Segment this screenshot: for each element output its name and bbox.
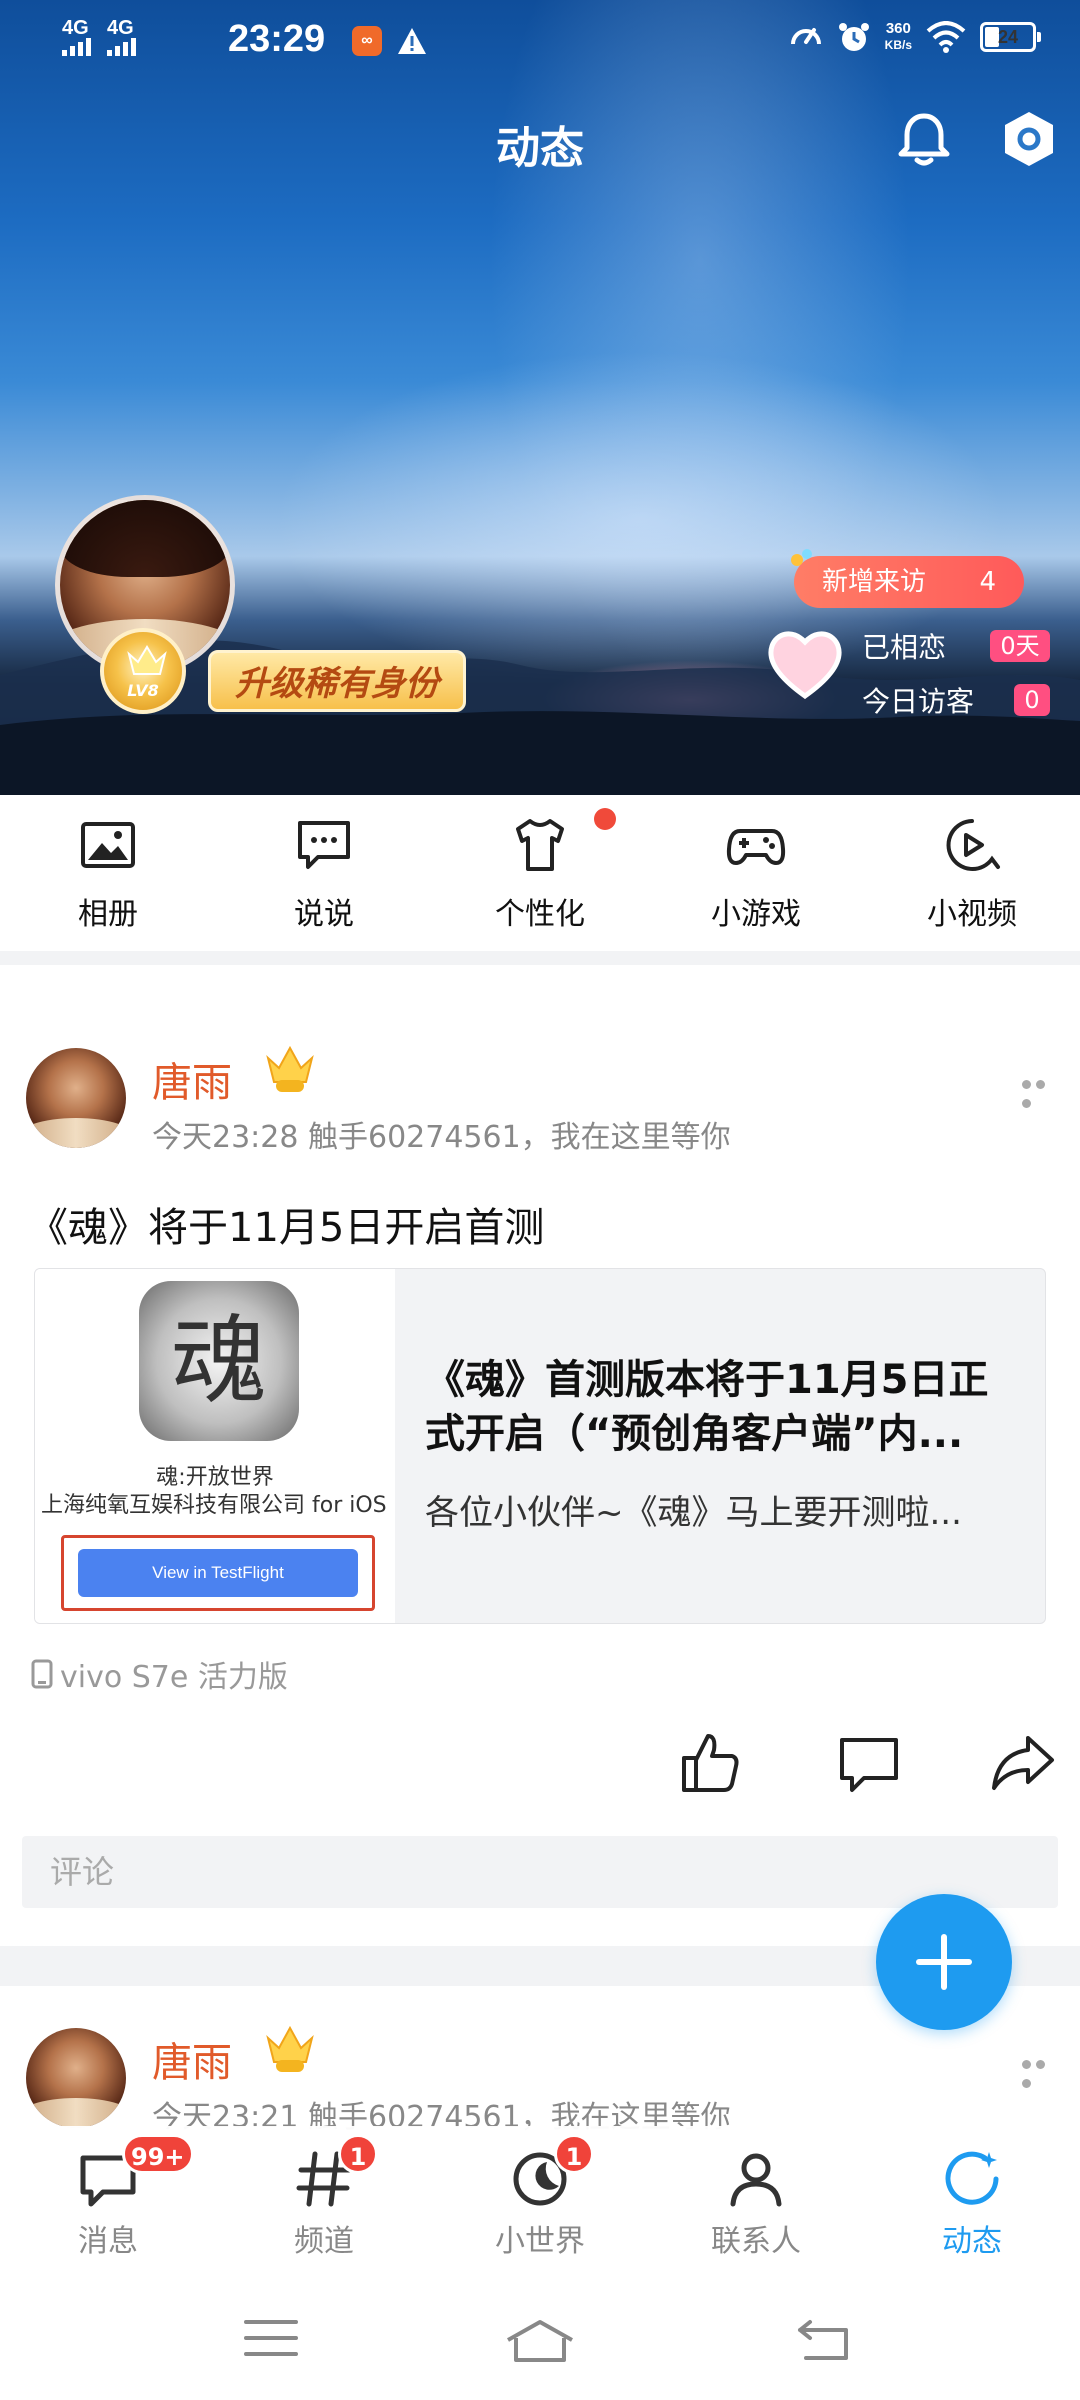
tab-channels[interactable]: 频道 — [234, 2148, 414, 2260]
quick-shortvideo[interactable]: 小视频 — [882, 815, 1062, 933]
tab-small-world-label: 小世界 — [495, 2224, 585, 2259]
level-label: LV8 — [127, 681, 159, 700]
tab-feed-label: 动态 — [942, 2224, 1002, 2259]
post-avatar[interactable] — [26, 2028, 126, 2128]
menu-icon[interactable] — [244, 2318, 298, 2358]
signal-1-icon: 4G — [62, 18, 91, 56]
share-description: 各位小伙伴~《魂》马上要开测啦... — [425, 1493, 962, 1533]
quick-shortvideo-label: 小视频 — [927, 897, 1017, 932]
more-options-icon[interactable] — [1022, 2054, 1062, 2088]
testflight-highlight: View in TestFlight — [61, 1535, 375, 1611]
status-right: 360 KB/s 24 — [789, 20, 1041, 54]
new-visitors-label: 新增来访 — [822, 567, 927, 597]
post-device: vivo S7e 活力版 — [30, 1652, 288, 1696]
like-icon[interactable] — [678, 1730, 744, 1796]
app-icon: 魂 — [139, 1281, 299, 1441]
quick-shuoshuo[interactable]: 说说 — [234, 815, 414, 933]
warning-icon — [398, 28, 426, 54]
comment-input[interactable]: 评论 — [22, 1836, 1058, 1908]
settings-icon[interactable] — [1000, 108, 1058, 170]
back-icon[interactable] — [796, 2318, 852, 2362]
messages-badge: 99+ — [122, 2134, 194, 2174]
clock: 23:29 — [228, 18, 326, 60]
channels-badge: 1 — [338, 2134, 378, 2174]
bell-icon[interactable] — [893, 108, 955, 170]
post-author[interactable]: 唐雨 — [152, 2030, 232, 2088]
tab-feed[interactable]: 动态 — [882, 2148, 1062, 2260]
tab-channels-label: 频道 — [294, 2224, 354, 2259]
tab-contacts[interactable]: 联系人 — [666, 2148, 846, 2260]
shared-link-card[interactable]: 魂 魂:开放世界 上海纯氧互娱科技有限公司 for iOS View in Te… — [34, 1268, 1046, 1624]
quick-minigame-label: 小游戏 — [711, 897, 801, 932]
level-medal[interactable]: LV8 — [100, 628, 186, 714]
comment-icon[interactable] — [836, 1732, 902, 1798]
bottom-tab-bar: 消息 频道 小世界 联系人 动态 99+ 1 1 — [0, 2126, 1080, 2276]
quick-shuoshuo-label: 说说 — [294, 897, 354, 932]
net-speed-value: 360 — [885, 20, 911, 37]
network-type: 4G — [107, 17, 134, 39]
battery-level: 24 — [997, 27, 1019, 47]
small-world-badge: 1 — [554, 2134, 594, 2174]
upgrade-identity-button[interactable]: 升级稀有身份 — [208, 650, 466, 712]
device-label: vivo S7e 活力版 — [60, 1660, 288, 1695]
more-options-icon[interactable] — [1022, 1074, 1062, 1108]
home-icon[interactable] — [504, 2318, 576, 2364]
personalize-new-dot — [594, 808, 616, 830]
share-title: 《魂》首测版本将于11月5日正式开启（“预创角客户端”内... — [425, 1357, 989, 1457]
status-bar: 4G 4G 23:29 ∞ 360 KB/s 24 — [0, 0, 1080, 84]
post-meta: 今天23:28 触手60274561，我在这里等你 — [152, 1120, 731, 1155]
quick-minigame[interactable]: 小游戏 — [666, 815, 846, 933]
create-post-button[interactable] — [876, 1894, 1012, 2030]
tab-small-world[interactable]: 小世界 — [450, 2148, 630, 2260]
tab-messages-label: 消息 — [78, 2224, 138, 2259]
contact-icon — [730, 2153, 782, 2207]
new-visitors-pill[interactable]: 新增来访 4 — [791, 549, 1024, 608]
chat-bubble-icon — [298, 821, 350, 869]
quick-actions-bar: 相册 说说 个性化 小游戏 小视频 — [0, 795, 1080, 951]
video-play-icon — [946, 819, 1000, 871]
system-navigation-bar — [0, 2276, 1080, 2400]
post-text: 《魂》将于11月5日开启首测 — [28, 1205, 545, 1251]
battery-icon: 24 — [980, 22, 1041, 52]
new-visitors-count: 4 — [979, 567, 996, 597]
app-notification-icon: ∞ — [352, 26, 382, 56]
phone-icon — [31, 1659, 53, 1689]
net-speed-unit: KB/s — [884, 38, 912, 52]
share-thumbnail: 魂 魂:开放世界 上海纯氧互娱科技有限公司 for iOS View in Te… — [35, 1269, 395, 1623]
couple-label: 已相恋 — [862, 631, 947, 664]
refresh-star-icon — [945, 2151, 999, 2205]
wifi-icon — [926, 21, 966, 53]
testflight-button: View in TestFlight — [78, 1549, 358, 1597]
speedometer-icon — [790, 28, 821, 45]
alarm-icon — [838, 23, 869, 51]
signal-group: 4G 4G — [62, 18, 136, 56]
quick-album[interactable]: 相册 — [18, 815, 198, 933]
photo-album-icon — [81, 822, 135, 868]
post-author[interactable]: 唐雨 — [152, 1050, 232, 1108]
sparkle-icon — [791, 549, 812, 566]
crown-icon — [127, 645, 167, 675]
couple-days-badge: 0天 — [990, 630, 1050, 662]
signal-2-icon: 4G — [107, 18, 136, 56]
share-icon[interactable] — [990, 1730, 1056, 1796]
network-type: 4G — [62, 17, 89, 39]
quick-album-label: 相册 — [78, 897, 138, 932]
today-visitors-label: 今日访客 — [862, 685, 975, 718]
level-crown-icon — [266, 1045, 314, 1092]
gamepad-icon — [726, 829, 786, 865]
heart-icon[interactable] — [764, 622, 846, 704]
quick-personalize-label: 个性化 — [495, 897, 585, 932]
post-avatar[interactable] — [26, 1048, 126, 1148]
section-divider — [0, 951, 1080, 965]
tshirt-icon — [516, 819, 564, 871]
tab-contacts-label: 联系人 — [711, 2224, 801, 2259]
app-publisher: 上海纯氧互娱科技有限公司 for iOS — [41, 1493, 387, 1518]
level-crown-icon — [266, 2025, 314, 2072]
quick-personalize[interactable]: 个性化 — [450, 815, 630, 933]
today-visitors-badge: 0 — [1014, 684, 1050, 716]
profile-cover[interactable]: 4G 4G 23:29 ∞ 360 KB/s 24 动态 LV8 升级稀有身份 … — [0, 0, 1080, 795]
net-speed: 360 KB/s — [885, 21, 912, 53]
